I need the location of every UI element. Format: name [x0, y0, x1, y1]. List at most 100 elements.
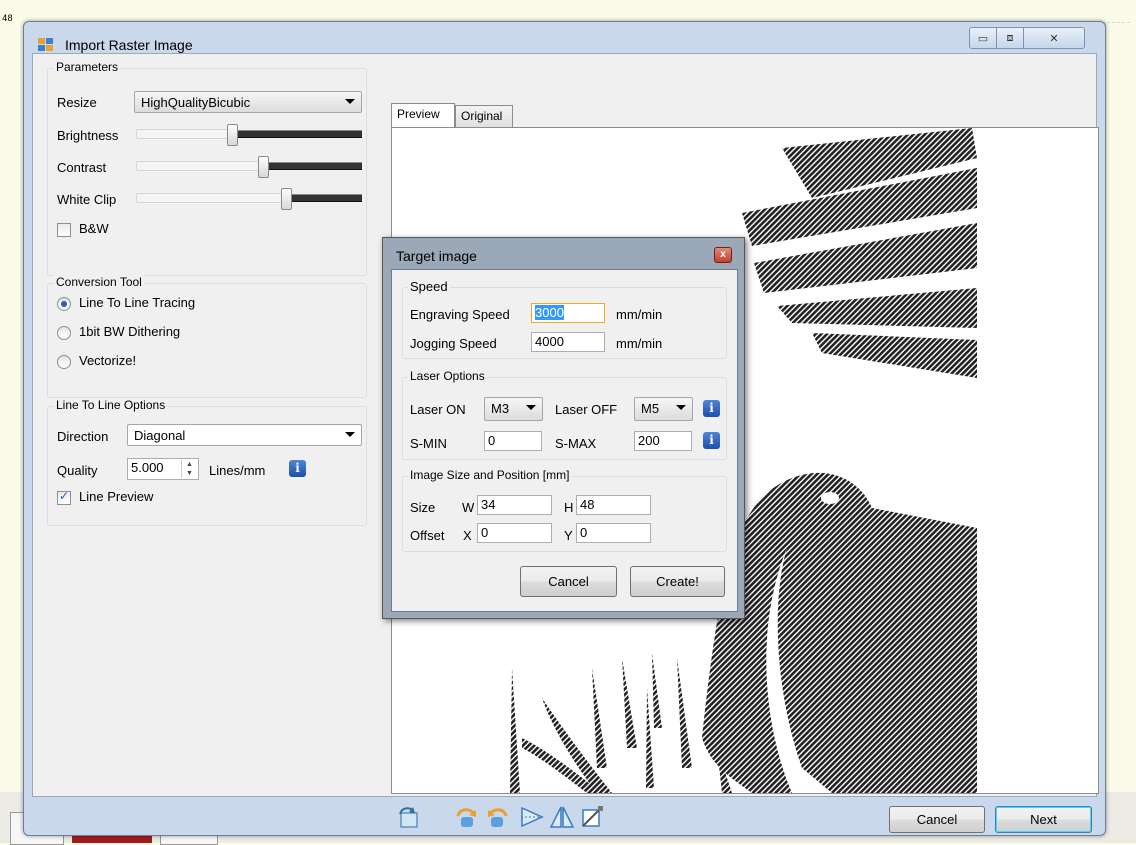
radio-line-to-line[interactable] [57, 297, 71, 311]
close-button[interactable]: ✕ [1023, 27, 1085, 49]
dialog-cancel-button[interactable]: Cancel [520, 566, 617, 597]
chevron-down-icon [345, 432, 355, 437]
crop-icon[interactable] [579, 804, 605, 830]
parameters-label: Parameters [54, 60, 121, 74]
w-label: W [462, 500, 475, 515]
s-max-input[interactable]: 200 [634, 431, 692, 451]
rotate-left-icon[interactable] [396, 804, 422, 830]
direction-label: Direction [57, 429, 109, 444]
brightness-slider[interactable] [136, 124, 362, 146]
laser-off-select[interactable]: M5 [634, 397, 693, 421]
brightness-thumb[interactable] [227, 124, 238, 146]
line-options-label: Line To Line Options [54, 398, 168, 412]
offset-x-value: 0 [481, 525, 489, 540]
dialog-close-button[interactable]: x [714, 247, 732, 263]
engraving-speed-value: 3000 [535, 305, 564, 320]
dialog-client: Speed Engraving Speed 3000 mm/min Joggin… [391, 269, 738, 612]
resize-value: HighQualityBicubic [141, 95, 251, 110]
offset-label: Offset [410, 528, 445, 543]
white-clip-slider[interactable] [136, 188, 362, 210]
checkmark-icon: ✓ [59, 489, 70, 503]
minimize-icon: ▭ [977, 32, 989, 45]
resize-select[interactable]: HighQualityBicubic [134, 91, 362, 113]
spin-arrows-icon[interactable]: ▲ ▼ [181, 460, 197, 478]
option-line-to-line-label: Line To Line Tracing [79, 295, 196, 310]
quality-stepper[interactable]: 5.000 ▲ ▼ [127, 458, 199, 480]
jogging-speed-label: Jogging Speed [410, 336, 497, 351]
flip-vertical-icon[interactable] [549, 804, 575, 830]
direction-value: Diagonal [134, 428, 186, 443]
white-clip-thumb[interactable] [281, 188, 292, 210]
ruler-number: 48 [2, 14, 13, 24]
tab-preview[interactable]: Preview [391, 103, 455, 127]
engraving-speed-label: Engraving Speed [410, 307, 510, 322]
info-icon[interactable]: i [703, 400, 720, 417]
s-min-input[interactable]: 0 [484, 431, 542, 451]
contrast-slider[interactable] [136, 156, 362, 178]
rotate-ccw-icon[interactable] [484, 804, 510, 830]
laser-on-value: M3 [491, 401, 510, 416]
maximize-button[interactable]: ⧈ [996, 27, 1024, 49]
close-icon: ✕ [1049, 32, 1059, 45]
size-group-label: Image Size and Position [mm] [408, 468, 572, 482]
contrast-label: Contrast [57, 160, 107, 175]
offset-y-value: 0 [580, 525, 588, 540]
close-icon: x [720, 249, 726, 260]
s-max-label: S-MAX [555, 436, 597, 451]
quality-unit: Lines/mm [209, 463, 266, 478]
speed-label: Speed [408, 279, 450, 294]
bw-checkbox[interactable] [57, 223, 71, 237]
s-max-value: 200 [638, 433, 660, 448]
laser-options-label: Laser Options [408, 369, 487, 383]
contrast-thumb[interactable] [258, 156, 269, 178]
info-icon[interactable]: i [703, 432, 720, 449]
laser-on-select[interactable]: M3 [484, 397, 543, 421]
info-icon[interactable]: i [289, 460, 306, 477]
window-title: Import Raster Image [65, 37, 193, 53]
rotate-cw-icon[interactable] [454, 804, 480, 830]
line-preview-checkbox[interactable]: ✓ [57, 489, 71, 505]
laser-off-label: Laser OFF [555, 402, 618, 417]
option-vectorize-label: Vectorize! [79, 353, 137, 368]
cancel-button[interactable]: Cancel [889, 806, 985, 833]
quality-label: Quality [57, 463, 98, 478]
jogging-speed-value: 4000 [535, 334, 564, 349]
resize-label: Resize [57, 95, 97, 110]
offset-x-input[interactable]: 0 [477, 523, 552, 543]
app-icon [38, 38, 53, 51]
laser-off-value: M5 [641, 401, 660, 416]
next-button[interactable]: Next [995, 806, 1092, 833]
bw-label: B&W [79, 221, 109, 236]
flip-horizontal-icon[interactable] [519, 804, 545, 830]
jogging-speed-input[interactable]: 4000 [531, 332, 605, 352]
s-min-label: S-MIN [410, 436, 447, 451]
h-label: H [564, 500, 574, 515]
option-dithering-label: 1bit BW Dithering [79, 324, 181, 339]
laser-on-label: Laser ON [410, 402, 466, 417]
y-label: Y [564, 528, 573, 543]
chevron-down-icon [345, 99, 355, 104]
width-value: 34 [481, 497, 496, 512]
height-input[interactable]: 48 [576, 495, 651, 515]
offset-y-input[interactable]: 0 [576, 523, 651, 543]
maximize-icon: ⧈ [1006, 31, 1014, 44]
tab-preview-label: Preview [397, 107, 440, 121]
direction-select[interactable]: Diagonal [127, 424, 362, 446]
brightness-label: Brightness [57, 128, 119, 143]
create-button[interactable]: Create! [630, 566, 725, 597]
radio-vectorize[interactable] [57, 355, 71, 369]
caption-buttons: ▭ ⧈ ✕ [969, 27, 1099, 49]
chevron-down-icon [676, 405, 686, 410]
engraving-speed-input[interactable]: 3000 [531, 303, 605, 323]
target-image-dialog: Target image x Speed Engraving Speed 300… [382, 237, 745, 619]
x-label: X [463, 528, 472, 543]
tab-original[interactable]: Original [455, 105, 513, 127]
height-value: 48 [580, 497, 595, 512]
engraving-speed-unit: mm/min [616, 307, 663, 322]
s-min-value: 0 [488, 433, 496, 448]
width-input[interactable]: 34 [477, 495, 552, 515]
jogging-speed-unit: mm/min [616, 336, 663, 351]
white-clip-label: White Clip [57, 192, 117, 207]
minimize-button[interactable]: ▭ [969, 27, 997, 49]
radio-dithering[interactable] [57, 326, 71, 340]
